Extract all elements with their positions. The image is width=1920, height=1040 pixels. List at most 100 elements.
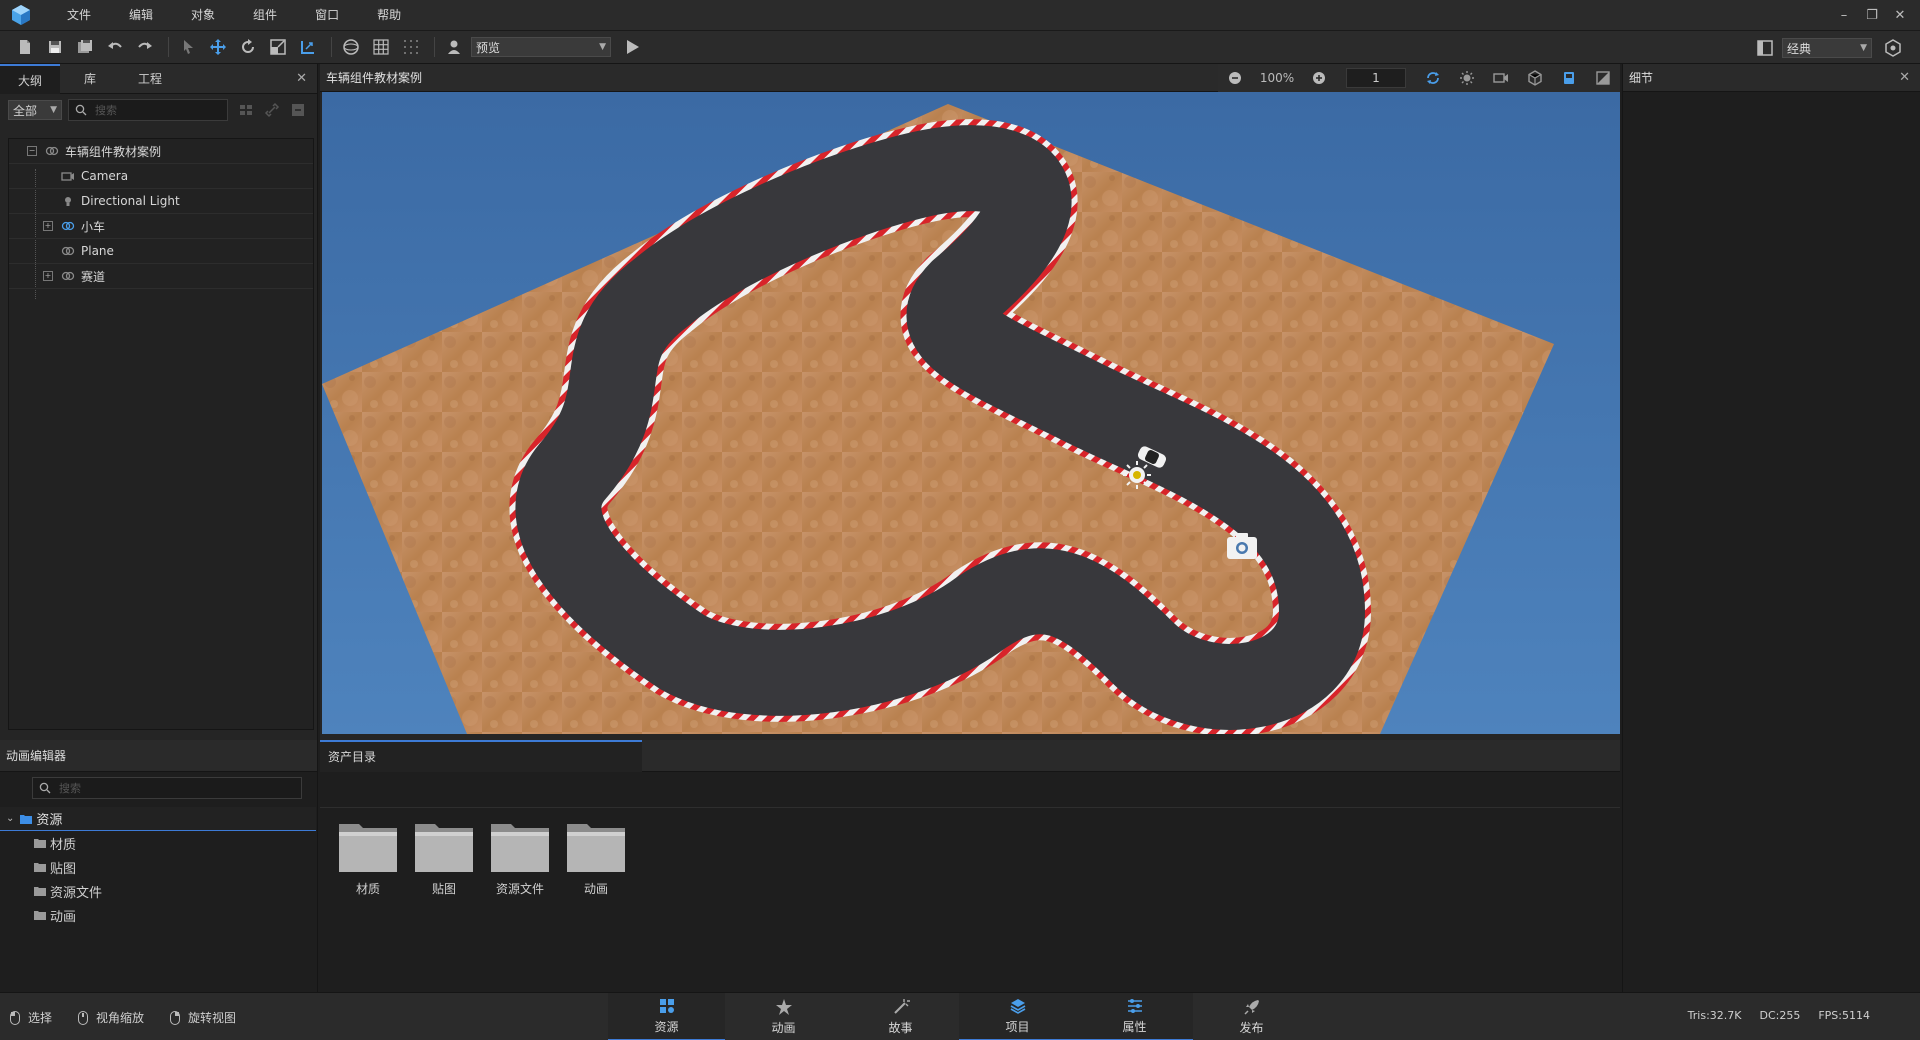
move-tool-button[interactable] — [205, 34, 231, 60]
perspective-button[interactable] — [1552, 64, 1586, 92]
render-mode-icon — [1596, 71, 1610, 85]
folder-icon — [34, 911, 46, 920]
sync-view-button[interactable] — [1416, 64, 1450, 92]
chevron-down-icon: ▼ — [1860, 43, 1867, 53]
menu-component[interactable]: 组件 — [234, 0, 296, 30]
tree-node-car[interactable]: + 小车 — [9, 214, 313, 239]
scale-tool-button[interactable] — [265, 34, 291, 60]
minimize-icon[interactable]: – — [1830, 8, 1858, 23]
asset-folder[interactable]: 贴图 — [406, 818, 482, 897]
undo-button[interactable] — [102, 34, 128, 60]
tree-node-track[interactable]: + 赛道 — [9, 264, 313, 289]
snap-icon — [301, 41, 314, 54]
menu-window[interactable]: 窗口 — [296, 0, 358, 30]
nav-resources[interactable]: 资源 — [608, 993, 725, 1040]
folder-icon — [34, 863, 46, 872]
nav-publish[interactable]: 发布 — [1193, 993, 1310, 1040]
tree-node-root[interactable]: − 车辆组件教材案例 — [9, 139, 313, 164]
scene-canvas[interactable] — [322, 92, 1620, 734]
grid-button[interactable] — [368, 34, 394, 60]
rotate-tool-button[interactable] — [235, 34, 261, 60]
asset-tree-root[interactable]: ⌄ 资源 — [0, 807, 316, 831]
user-mode-button[interactable] — [441, 34, 467, 60]
asset-tree-item-label: 贴图 — [50, 861, 77, 877]
animation-editor-panel: 动画编辑器 ⌄ 资源 材质 贴图 资源文件 动画 — [0, 740, 318, 992]
asset-folder[interactable]: 材质 — [330, 818, 406, 897]
nav-story[interactable]: 故事 — [842, 993, 959, 1040]
layout-panel-button[interactable] — [1752, 35, 1778, 61]
asset-folder[interactable]: 资源文件 — [482, 818, 558, 897]
tree-node-light[interactable]: Directional Light — [9, 189, 313, 214]
zoom-level: 100% — [1259, 71, 1295, 85]
tab-project[interactable]: 工程 — [120, 64, 180, 94]
nav-story-label: 故事 — [888, 1021, 913, 1035]
outline-search-input[interactable] — [95, 103, 225, 117]
menu-help[interactable]: 帮助 — [358, 0, 420, 30]
expand-toggle-icon[interactable]: + — [43, 221, 53, 231]
link-icon[interactable] — [264, 102, 280, 118]
outline-search-box — [68, 99, 228, 121]
asset-tree-item[interactable]: 资源文件 — [0, 879, 317, 903]
menu-edit[interactable]: 编辑 — [110, 0, 172, 30]
collapse-all-icon[interactable] — [290, 102, 306, 118]
menu-object[interactable]: 对象 — [172, 0, 234, 30]
object-view-button[interactable] — [1518, 64, 1552, 92]
world-space-button[interactable] — [338, 34, 364, 60]
asset-folder[interactable]: 动画 — [558, 818, 634, 897]
close-icon[interactable]: ✕ — [296, 71, 307, 86]
save-all-button[interactable] — [72, 34, 98, 60]
asset-tree-item[interactable]: 材质 — [0, 831, 317, 855]
status-bar: 选择 视角缩放 旋转视图 资源 动画 故事 项目 属性 发布 Tris:32.7… — [0, 992, 1920, 1040]
nav-properties[interactable]: 属性 — [1076, 993, 1193, 1040]
settings-button[interactable] — [1880, 35, 1906, 61]
nav-project[interactable]: 项目 — [959, 993, 1076, 1040]
menu-file[interactable]: 文件 — [48, 0, 110, 30]
mode-select[interactable]: 预览 ▼ — [471, 37, 611, 57]
close-icon[interactable]: ✕ — [1886, 8, 1914, 23]
folder-icon — [34, 839, 46, 848]
asset-tree-item[interactable]: 贴图 — [0, 855, 317, 879]
zoom-out-button[interactable] — [1218, 64, 1252, 92]
filter-icon[interactable] — [238, 102, 254, 118]
tree-node-plane[interactable]: Plane — [9, 239, 313, 264]
save-button[interactable] — [42, 34, 68, 60]
redo-button[interactable] — [132, 34, 158, 60]
tree-node-label: 车辆组件教材案例 — [65, 144, 162, 159]
camera-view-button[interactable] — [1484, 64, 1518, 92]
light-toggle-button[interactable] — [1450, 64, 1484, 92]
chevron-down-icon[interactable]: ⌄ — [6, 813, 14, 824]
close-icon[interactable]: ✕ — [1899, 70, 1910, 85]
dot-grid-button[interactable] — [398, 34, 424, 60]
frame-input[interactable]: 1 — [1346, 68, 1406, 88]
animation-search-box — [32, 777, 302, 799]
tree-node-camera[interactable]: Camera — [9, 164, 313, 189]
outline-tree: − 车辆组件教材案例 Camera Directional Light + 小车… — [8, 138, 314, 730]
new-file-button[interactable] — [12, 34, 38, 60]
tab-asset-directory[interactable]: 资产目录 — [320, 740, 642, 772]
expand-toggle-icon[interactable]: + — [43, 271, 53, 281]
asset-tree-item[interactable]: 动画 — [0, 903, 317, 927]
window-controls: – ❐ ✕ — [1830, 0, 1914, 30]
select-tool-button[interactable] — [175, 34, 201, 60]
play-button[interactable] — [619, 34, 645, 60]
animation-search-input[interactable] — [59, 781, 289, 795]
stat-fps: FPS:5114 — [1818, 1009, 1870, 1022]
3d-scene-view[interactable] — [322, 92, 1620, 734]
layers-icon — [1010, 999, 1025, 1014]
asset-folder-label: 资源文件 — [495, 882, 544, 896]
outline-scope-select[interactable]: 全部 ▼ — [8, 100, 62, 120]
outline-panel: 大纲 库 工程 ✕ 全部 ▼ − 车辆组件教材案例 Camera Directi — [0, 63, 318, 740]
tab-outline[interactable]: 大纲 — [0, 63, 60, 94]
folder-icon — [339, 824, 397, 872]
collapse-toggle-icon[interactable]: − — [27, 146, 37, 156]
layout-select[interactable]: 经典 ▼ — [1782, 38, 1872, 58]
nav-resources-label: 资源 — [654, 1020, 679, 1034]
zoom-in-button[interactable] — [1302, 64, 1336, 92]
snap-tool-button[interactable] — [295, 34, 321, 60]
zoom-in-icon — [1313, 72, 1325, 84]
nav-animation[interactable]: 动画 — [725, 993, 842, 1040]
render-mode-button[interactable] — [1586, 64, 1620, 92]
tab-library[interactable]: 库 — [60, 64, 120, 94]
restore-icon[interactable]: ❐ — [1858, 8, 1886, 23]
animation-editor-title: 动画编辑器 — [0, 740, 317, 772]
